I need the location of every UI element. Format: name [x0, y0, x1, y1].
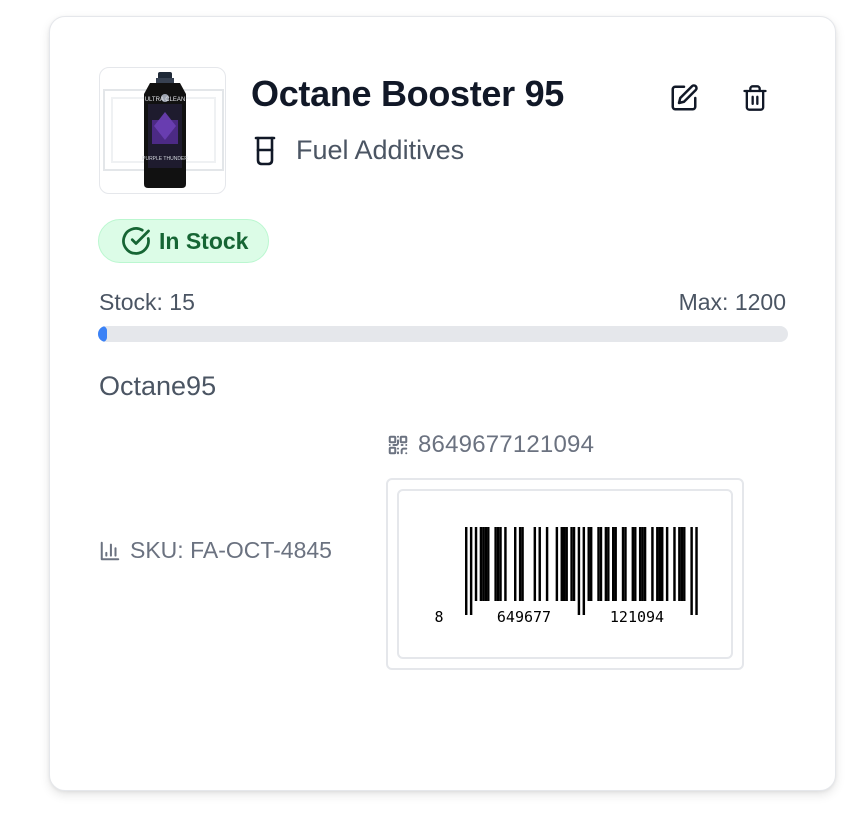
trash-icon [743, 85, 767, 111]
barcode-bar [607, 527, 610, 601]
product-card: ULTRA CLEAN PURPLE THUNDER Octane Booste… [49, 16, 836, 791]
barcode-bar [624, 527, 627, 601]
barcode-bar [631, 527, 635, 601]
barcode-bar [661, 527, 664, 601]
product-title: Octane Booster 95 [251, 73, 565, 114]
barcode-bar [680, 527, 684, 601]
barcode-bar [487, 527, 490, 601]
image-sublabel: PURPLE THUNDER [142, 156, 188, 162]
product-name: Octane95 [99, 371, 217, 401]
barcode-bar [641, 527, 644, 601]
barcode-bar [570, 527, 573, 601]
barcode-bar [582, 527, 586, 615]
barcode-bar [572, 527, 576, 601]
barcode-bar [690, 527, 693, 615]
barcode-bar [499, 527, 502, 601]
barcode-bar [651, 527, 654, 601]
check-circle-icon [122, 227, 150, 255]
barcode-bar [545, 527, 549, 601]
barcode-bar [638, 527, 642, 601]
barcode-bar [604, 527, 608, 601]
category-row: Fuel Additives [252, 135, 464, 166]
barcode-bar [560, 527, 563, 601]
qr-code-icon [388, 435, 408, 455]
stock-progress-fill [98, 326, 107, 342]
barcode-bar [565, 527, 568, 601]
barcode-bar [555, 527, 559, 601]
barcode-bar [673, 527, 676, 601]
barcode-bar [577, 527, 581, 615]
stock-label: Stock: 15 [99, 289, 195, 315]
edit-icon [671, 84, 698, 111]
bar-chart-icon [100, 541, 120, 560]
barcode-bar [634, 527, 637, 601]
image-label: ULTRA CLEAN [145, 97, 186, 103]
product-image: ULTRA CLEAN PURPLE THUNDER [99, 67, 226, 194]
barcode-bar [465, 527, 468, 615]
barcode-bar [678, 527, 681, 601]
barcode-digits-left: 649677 [497, 608, 551, 626]
barcode-bar [521, 527, 524, 601]
barcode-digit-first: 8 [434, 608, 443, 626]
barcode-image: 8 649677 121094 [434, 527, 698, 626]
status-badge: In Stock [98, 219, 270, 263]
delete-button[interactable] [735, 78, 775, 118]
barcode-bar [695, 527, 698, 615]
barcode-bar [518, 527, 522, 601]
barcode-bar [599, 527, 603, 601]
barcode-number-row: 8649677121094 [387, 431, 594, 459]
barcode-bar [656, 527, 659, 601]
barcode-digits-right: 121094 [610, 608, 664, 626]
barcode-bar [658, 527, 661, 601]
barcode-bar [563, 527, 566, 601]
barcode-bar [614, 527, 617, 601]
barcode-bar [538, 527, 541, 601]
beaker-icon [254, 136, 276, 165]
barcode-bar [665, 527, 669, 601]
barcode-bar [496, 527, 500, 601]
barcode-bar [589, 527, 593, 601]
barcode-bar [621, 527, 625, 601]
barcode-box: 8 649677 121094 [386, 478, 744, 670]
barcode-bar [533, 527, 537, 601]
stock-progress-bar [98, 326, 788, 342]
barcode-bar [514, 527, 517, 601]
edit-button[interactable] [664, 78, 704, 118]
barcode-bar [469, 527, 473, 615]
barcode-number: 8649677121094 [418, 431, 595, 458]
barcode-bar [587, 527, 590, 601]
barcode-bar [597, 527, 600, 601]
status-label: In Stock [159, 227, 249, 254]
barcode-bar [683, 527, 686, 601]
sku-label: SKU: FA-OCT-4845 [130, 537, 332, 563]
barcode-bar [474, 527, 478, 601]
barcode-bar [612, 527, 615, 601]
barcode-bar [482, 527, 485, 601]
barcode-bar [504, 527, 507, 601]
barcode-bar [484, 527, 488, 601]
barcode-bar [479, 527, 483, 601]
category-label: Fuel Additives [296, 135, 465, 165]
max-label: Max: 1200 [678, 289, 786, 315]
barcode-bar [494, 527, 497, 601]
sku-row: SKU: FA-OCT-4845 [99, 537, 332, 564]
barcode-frame: 8 649677 121094 [397, 489, 733, 659]
barcode-bar [643, 527, 647, 601]
